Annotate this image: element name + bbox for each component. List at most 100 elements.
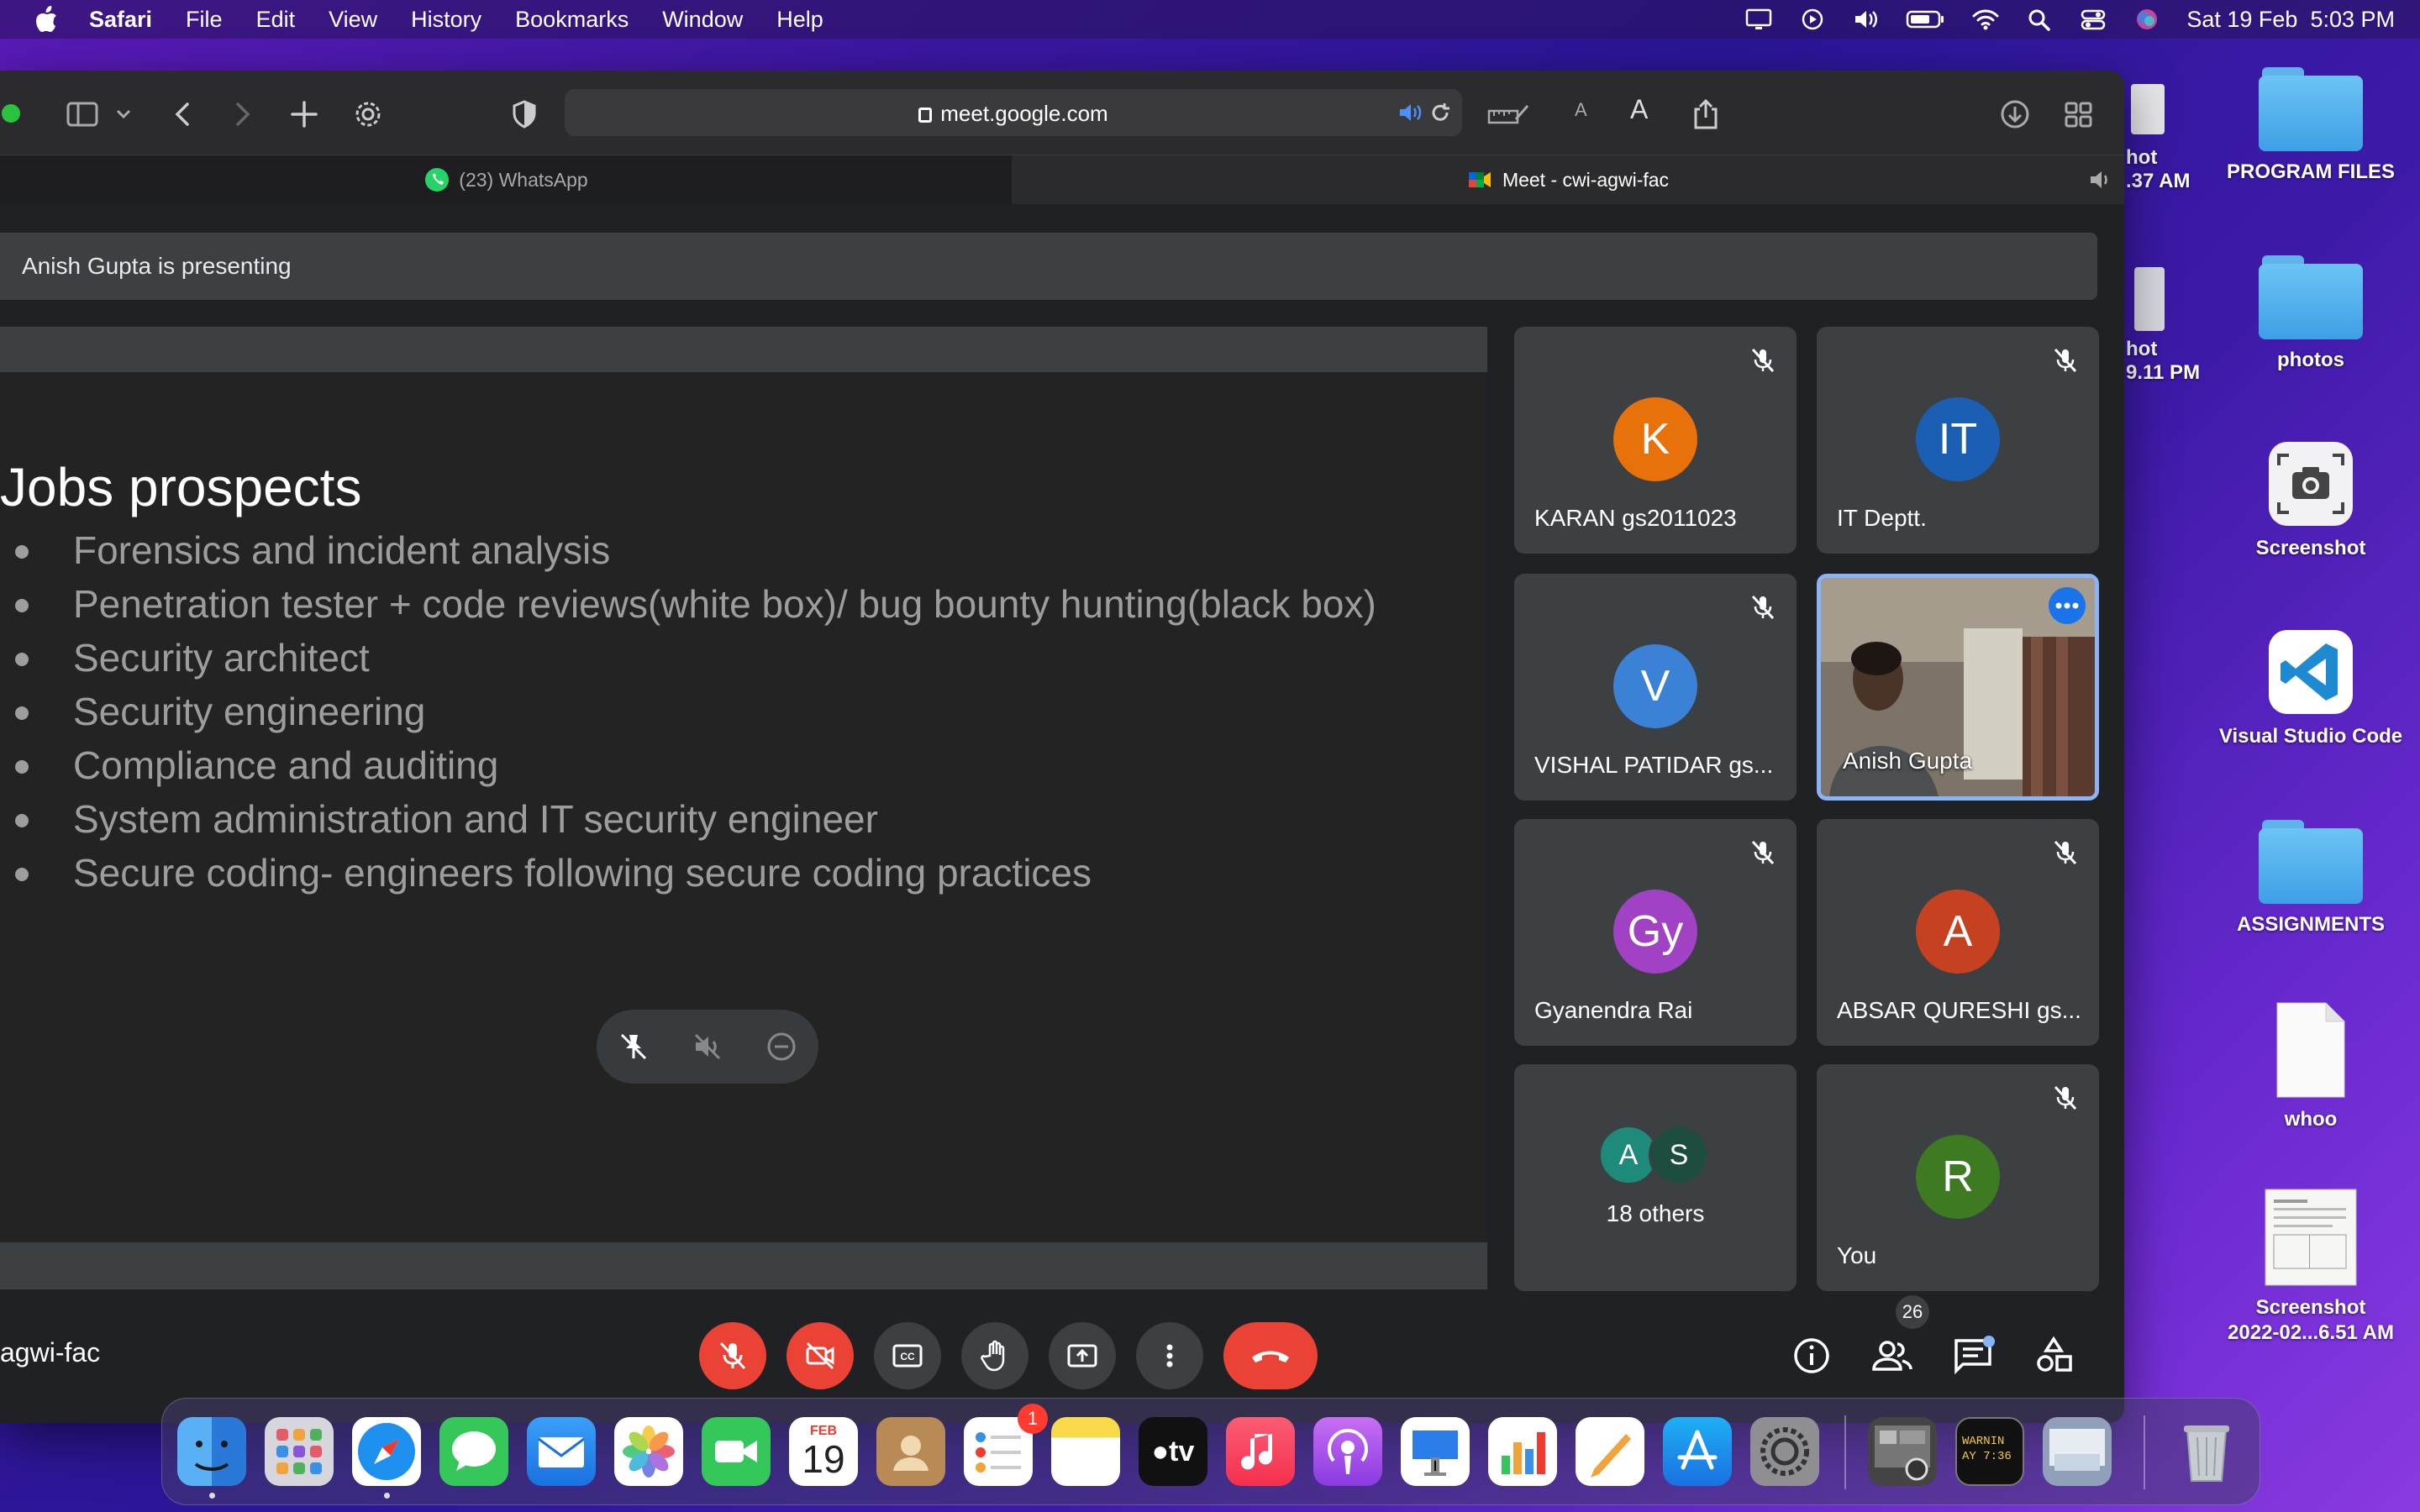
play-icon[interactable] — [1798, 7, 1827, 32]
new-tab-plus-icon[interactable] — [287, 97, 321, 131]
more-vertical-icon — [1166, 1344, 1173, 1368]
siri-icon[interactable] — [2133, 7, 2161, 32]
ruler-pen-icon[interactable] — [1486, 97, 1531, 131]
people-icon[interactable] — [1870, 1334, 1914, 1378]
mail-icon[interactable] — [527, 1417, 596, 1486]
numbers-icon[interactable] — [1488, 1417, 1557, 1486]
others-tile[interactable]: A S 18 others — [1514, 1064, 1797, 1291]
slide-bullet: Security engineering — [0, 685, 1376, 738]
messages-icon[interactable] — [439, 1417, 508, 1486]
privacy-shield-icon[interactable] — [508, 97, 541, 131]
desktop-folder-program-files[interactable]: PROGRAM FILES — [2218, 67, 2403, 185]
menu-file[interactable]: File — [186, 7, 223, 33]
participant-name: KARAN gs2011023 — [1534, 505, 1737, 531]
downloads-icon[interactable] — [1998, 97, 2032, 131]
text-smaller-icon[interactable]: A — [1575, 99, 1587, 121]
mic-off-icon — [719, 1341, 746, 1370]
app-store-icon[interactable] — [1663, 1417, 1732, 1486]
present-now-button[interactable] — [1049, 1322, 1116, 1389]
address-bar[interactable]: meet.google.com — [565, 89, 1462, 136]
self-tile[interactable]: R You — [1817, 1064, 2099, 1291]
display-icon[interactable] — [1744, 7, 1773, 32]
url-text: meet.google.com — [940, 101, 1108, 126]
menu-history[interactable]: History — [411, 7, 481, 33]
desktop-folder-assignments[interactable]: ASSIGNMENTS — [2218, 820, 2403, 937]
participant-video-tile[interactable]: Anish Gupta — [1817, 574, 2099, 801]
desktop-partial-icon-2[interactable]: hot 9.11 PM — [2126, 267, 2200, 385]
reload-icon[interactable] — [1428, 101, 1452, 124]
desktop-partial-icon-1[interactable]: hot .37 AM — [2126, 84, 2190, 193]
spotlight-search-icon[interactable] — [2025, 7, 2054, 32]
menu-help[interactable]: Help — [776, 7, 823, 33]
safari-icon[interactable] — [352, 1417, 421, 1486]
more-options-icon[interactable] — [2048, 586, 2086, 625]
participant-tile[interactable]: Gy Gyanendra Rai — [1514, 819, 1797, 1046]
volume-icon[interactable] — [1852, 7, 1881, 32]
facetime-icon[interactable] — [702, 1417, 771, 1486]
share-icon[interactable] — [1689, 97, 1723, 131]
tab-overview-icon[interactable] — [2062, 97, 2096, 131]
apple-icon[interactable] — [34, 5, 59, 34]
desktop-file-screenshot-image[interactable]: Screenshot 2022-02...6.51 AM — [2218, 1188, 2403, 1346]
desktop-file-whoo[interactable]: whoo — [2218, 1001, 2403, 1132]
participant-tile[interactable]: IT IT Deptt. — [1817, 327, 2099, 554]
notes-icon[interactable] — [1051, 1417, 1120, 1486]
tab-whatsapp[interactable]: (23) WhatsApp — [0, 155, 1012, 204]
more-options-button[interactable] — [1136, 1322, 1203, 1389]
minimize-icon[interactable] — [765, 1030, 798, 1063]
menu-edit[interactable]: Edit — [256, 7, 296, 33]
contacts-icon[interactable] — [876, 1417, 945, 1486]
desktop-app-screenshot[interactable]: Screenshot — [2218, 440, 2403, 561]
chevron-down-icon[interactable] — [111, 97, 136, 131]
battery-icon[interactable] — [1906, 7, 1946, 32]
control-center-icon[interactable] — [2079, 7, 2107, 32]
leave-call-button[interactable] — [1223, 1322, 1318, 1389]
desktop-folder-photos[interactable]: photos — [2218, 255, 2403, 373]
menu-safari[interactable]: Safari — [89, 7, 152, 33]
music-icon[interactable] — [1226, 1417, 1295, 1486]
system-preferences-icon[interactable] — [1750, 1417, 1819, 1486]
menu-view[interactable]: View — [329, 7, 377, 33]
camera-toggle-button[interactable] — [786, 1322, 854, 1389]
tab-audio-icon[interactable] — [1398, 101, 1423, 124]
console-icon[interactable]: WARNIN AY 7:36 — [1955, 1417, 2024, 1486]
podcasts-icon[interactable] — [1313, 1417, 1382, 1486]
document-icon — [2276, 1002, 2345, 1098]
desktop-item-label: Screenshot — [2255, 537, 2366, 559]
mute-presentation-audio-icon[interactable] — [691, 1030, 724, 1063]
sidebar-icon[interactable] — [66, 97, 99, 131]
settings-gear-icon[interactable] — [351, 97, 385, 131]
activities-icon[interactable] — [2032, 1334, 2075, 1378]
participant-tile[interactable]: K KARAN gs2011023 — [1514, 327, 1797, 554]
participant-name: You — [1837, 1242, 1877, 1268]
tab-speaker-icon[interactable] — [2089, 169, 2114, 191]
finder-icon[interactable] — [177, 1417, 246, 1486]
participant-tile[interactable]: V VISHAL PATIDAR gs... — [1514, 574, 1797, 801]
tab-meet[interactable]: Meet - cwi-agwi-fac — [1012, 155, 2124, 204]
meeting-details-info-icon[interactable] — [1790, 1334, 1833, 1378]
back-arrow-icon[interactable] — [166, 97, 200, 131]
apple-tv-icon[interactable]: ●tv — [1139, 1417, 1207, 1486]
image-preview-icon[interactable] — [2043, 1417, 2112, 1486]
unpin-icon[interactable] — [617, 1030, 650, 1063]
meeting-code[interactable]: agwi-fac — [0, 1337, 100, 1368]
zoom-window-button[interactable] — [2, 104, 20, 123]
calendar-icon[interactable]: FEB 19 — [789, 1417, 858, 1486]
photos-icon[interactable] — [614, 1417, 683, 1486]
launchpad-icon[interactable] — [265, 1417, 334, 1486]
text-larger-icon[interactable]: A — [1630, 94, 1648, 125]
trash-icon[interactable] — [2172, 1417, 2241, 1486]
menu-window[interactable]: Window — [662, 7, 743, 33]
captions-button[interactable]: CC — [874, 1322, 941, 1389]
participant-tile[interactable]: A ABSAR QURESHI gs... — [1817, 819, 2099, 1046]
raise-hand-button[interactable] — [961, 1322, 1028, 1389]
forward-arrow-icon[interactable] — [225, 97, 259, 131]
menu-bookmarks[interactable]: Bookmarks — [515, 7, 629, 33]
pages-icon[interactable] — [1576, 1417, 1644, 1486]
screenshot-preview-icon[interactable] — [1868, 1417, 1937, 1486]
mic-toggle-button[interactable] — [699, 1322, 766, 1389]
menubar-clock[interactable]: Sat 19 Feb 5:03 PM — [2186, 7, 2395, 33]
desktop-app-vscode[interactable]: Visual Studio Code — [2218, 628, 2403, 749]
keynote-icon[interactable] — [1401, 1417, 1470, 1486]
wifi-icon[interactable] — [1971, 7, 2000, 32]
